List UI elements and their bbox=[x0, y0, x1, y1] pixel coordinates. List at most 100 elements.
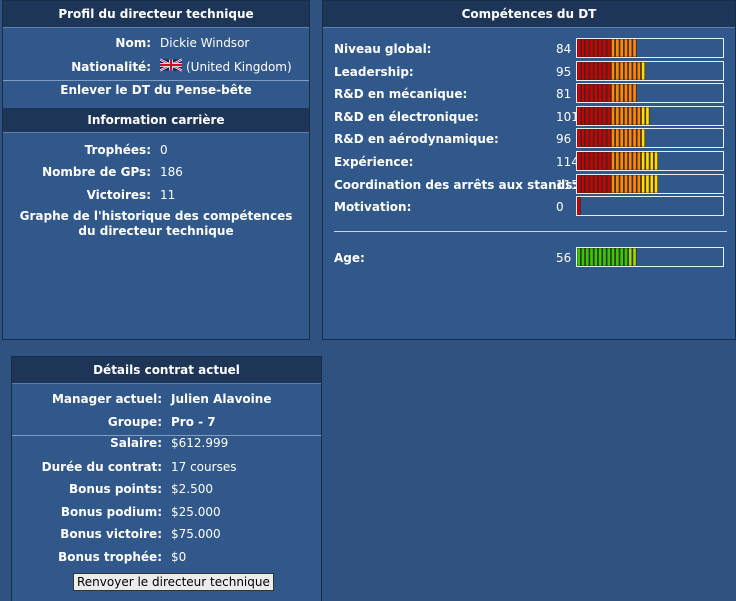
nationality-value-wrap: (United Kingdom) bbox=[159, 57, 292, 78]
gauge-segment bbox=[632, 84, 637, 102]
gauge-segment bbox=[577, 129, 581, 147]
fire-director-button[interactable]: Renvoyer le directeur technique bbox=[73, 573, 274, 591]
divider bbox=[3, 80, 309, 81]
gauge-segment bbox=[593, 152, 598, 170]
gauge-segment bbox=[593, 175, 598, 193]
gauge-segment bbox=[602, 84, 607, 102]
gauge-segment bbox=[632, 107, 637, 125]
skill-label: Motivation: bbox=[334, 200, 412, 214]
gauge-segment bbox=[628, 84, 633, 102]
gauge-segment bbox=[593, 129, 598, 147]
gauge-segment bbox=[615, 107, 620, 125]
nationality-value: (United Kingdom) bbox=[186, 60, 292, 74]
gauge-segment bbox=[645, 175, 650, 193]
skill-value: 84 bbox=[556, 42, 572, 56]
remove-from-notepad-link[interactable]: Enlever le DT du Pense-bête bbox=[3, 83, 309, 98]
gauge-segment bbox=[628, 152, 633, 170]
gauge-segment bbox=[615, 175, 620, 193]
gauge-segment bbox=[602, 152, 607, 170]
gauge-segment bbox=[589, 248, 594, 266]
profile-title: Profil du directeur technique bbox=[3, 1, 309, 28]
gauge-segment bbox=[611, 84, 616, 102]
gauge-segment bbox=[611, 248, 616, 266]
gauge-segment bbox=[606, 62, 611, 80]
skill-bar bbox=[576, 106, 724, 126]
skills-title: Compétences du DT bbox=[323, 1, 735, 28]
gauge-segment bbox=[641, 175, 646, 193]
skill-label: Coordination des arrêts aux stands: bbox=[334, 178, 578, 192]
gauge-segment bbox=[598, 107, 603, 125]
gauge-segment bbox=[623, 84, 628, 102]
trophies-value: 0 bbox=[160, 143, 168, 157]
gauge-segment bbox=[611, 107, 616, 125]
gauge-segment bbox=[636, 152, 641, 170]
skill-bar bbox=[576, 196, 724, 216]
gauge-segment bbox=[623, 62, 628, 80]
manager-value: Julien Alavoine bbox=[171, 392, 272, 406]
gauge-segment bbox=[645, 152, 650, 170]
age-label: Age: bbox=[334, 251, 365, 265]
gauge-segment bbox=[636, 175, 641, 193]
gauge-segment bbox=[606, 248, 611, 266]
gauge-segment bbox=[581, 152, 585, 170]
gauge-segment bbox=[589, 129, 594, 147]
trophies-row: Trophées: 0 bbox=[3, 140, 309, 160]
gauge-segment bbox=[628, 39, 633, 57]
gauge-segment bbox=[585, 129, 590, 147]
wins-label: Victoires: bbox=[86, 188, 151, 202]
gauge-segment bbox=[585, 175, 590, 193]
gauge-segment bbox=[581, 39, 585, 57]
name-value: Dickie Windsor bbox=[160, 36, 250, 50]
gauge-segment bbox=[619, 84, 624, 102]
age-value: 56 bbox=[556, 251, 572, 265]
skill-label: Niveau global: bbox=[334, 42, 432, 56]
gauge-segment bbox=[619, 129, 624, 147]
skill-row: Expérience: 114 bbox=[323, 151, 735, 173]
gauge-segment bbox=[611, 152, 616, 170]
gauge-segment bbox=[632, 129, 637, 147]
gauge-segment bbox=[598, 84, 603, 102]
skill-bar bbox=[576, 61, 724, 81]
gauge-segment bbox=[589, 39, 594, 57]
bonus-points-label: Bonus points: bbox=[69, 482, 162, 496]
gauge-segment bbox=[602, 175, 607, 193]
gauge-segment bbox=[589, 62, 594, 80]
gauge-segment bbox=[602, 62, 607, 80]
gauge-segment bbox=[606, 39, 611, 57]
wins-row: Victoires: 11 bbox=[3, 185, 309, 205]
contract-title: Détails contrat actuel bbox=[12, 357, 321, 384]
group-value: Pro - 7 bbox=[171, 415, 216, 429]
skill-value: 96 bbox=[556, 132, 572, 146]
gauge-segment bbox=[619, 175, 624, 193]
gauge-segment bbox=[593, 107, 598, 125]
gauge-segment bbox=[606, 175, 611, 193]
salary-row: Salaire: $612.999 bbox=[12, 433, 321, 453]
salary-label: Salaire: bbox=[110, 436, 162, 450]
skill-bar bbox=[576, 83, 724, 103]
gauge-segment bbox=[589, 84, 594, 102]
duration-label: Durée du contrat: bbox=[41, 460, 162, 474]
gauge-segment bbox=[611, 175, 616, 193]
gauge-segment bbox=[632, 248, 637, 266]
gauge-segment bbox=[577, 107, 581, 125]
gauge-segment bbox=[598, 62, 603, 80]
gauge-segment bbox=[615, 129, 620, 147]
gauge-segment bbox=[602, 39, 607, 57]
skill-row: R&D en mécanique: 81 bbox=[323, 83, 735, 105]
gauge-segment bbox=[654, 152, 659, 170]
skill-label: Expérience: bbox=[334, 155, 414, 169]
nationality-label: Nationalité: bbox=[71, 60, 151, 74]
skill-label: R&D en électronique: bbox=[334, 110, 479, 124]
gauge-segment bbox=[577, 175, 581, 193]
nationality-row: Nationalité: (United Kingdom) bbox=[3, 57, 309, 77]
gauge-segment bbox=[581, 129, 585, 147]
gauge-segment bbox=[615, 152, 620, 170]
gauge-segment bbox=[619, 152, 624, 170]
career-title: Information carrière bbox=[3, 108, 309, 133]
skill-history-link[interactable]: Graphe de l'historique des compétences d… bbox=[3, 209, 309, 239]
skill-label: R&D en mécanique: bbox=[334, 87, 468, 101]
gauge-segment bbox=[598, 175, 603, 193]
bonus-win-label: Bonus victoire: bbox=[60, 527, 162, 541]
age-row: Age: 56 bbox=[323, 247, 735, 269]
skill-row: R&D en électronique: 101 bbox=[323, 106, 735, 128]
